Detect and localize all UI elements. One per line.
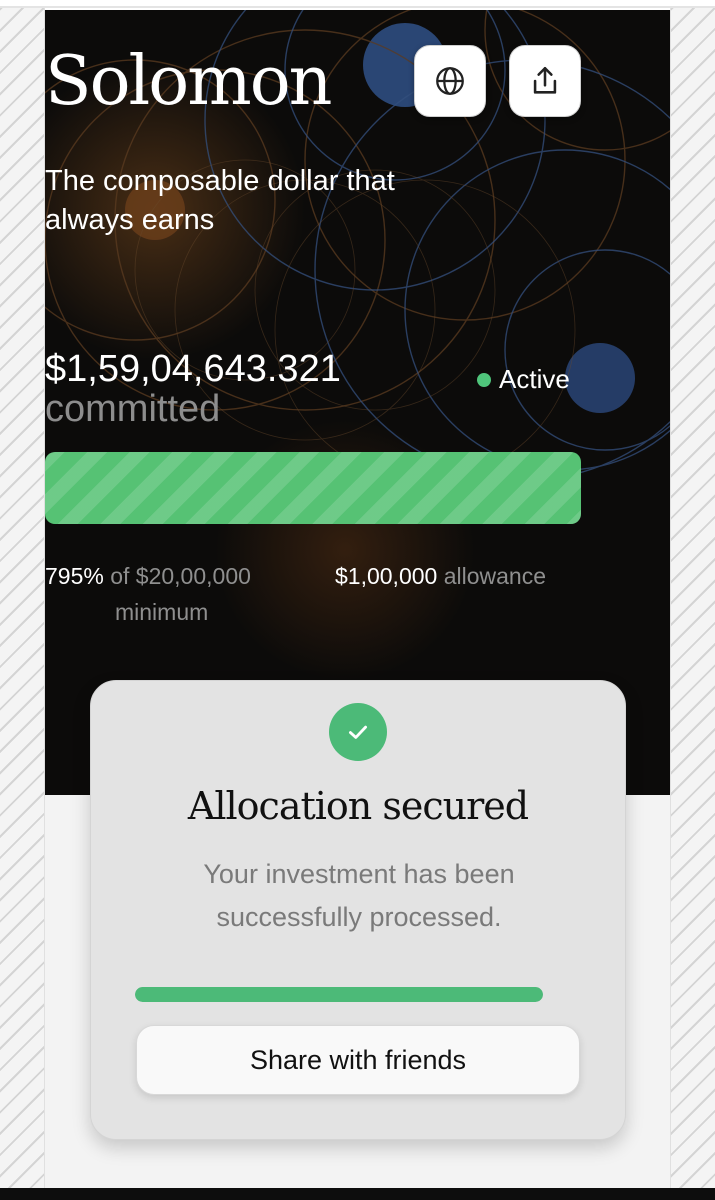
- card-progress-fill: [135, 987, 543, 1002]
- status-dot: [477, 372, 491, 387]
- brand-title: Solomon: [45, 42, 332, 121]
- commitment-percent: 795%: [45, 563, 104, 589]
- allocation-card: Allocation secured Your investment has b…: [90, 680, 626, 1140]
- allowance-label: allowance: [443, 563, 547, 589]
- bottom-strip: [0, 1188, 715, 1200]
- commitment-minimum-label: minimum: [115, 599, 209, 625]
- committed-label: committed: [45, 388, 221, 430]
- card-description: Your investment has been successfully pr…: [203, 859, 515, 932]
- commitment-target: of $20,00,000: [110, 563, 251, 589]
- card-title: Allocation secured: [187, 784, 529, 828]
- browser-top-strip: [0, 0, 715, 8]
- commitment-progress-bar: [45, 452, 581, 524]
- status-badge: Active: [477, 364, 570, 395]
- check-icon: [349, 725, 367, 739]
- commitment-percent-text: 795% of $20,00,000 minimum: [45, 558, 285, 630]
- commitment-progress-fill: [45, 452, 581, 524]
- left-margin-pattern: [0, 8, 45, 1188]
- allowance-text: $1,00,000 allowance: [335, 558, 546, 594]
- success-badge: [329, 703, 387, 761]
- share-upload-icon: [533, 66, 557, 94]
- status-label: Active: [499, 364, 570, 394]
- share-with-friends-button[interactable]: Share with friends: [136, 1025, 580, 1095]
- card-progress-bar: [135, 987, 543, 1002]
- tagline: The composable dollar that always earns: [45, 165, 395, 236]
- right-margin-pattern: [670, 8, 715, 1188]
- globe-icon: [436, 67, 464, 95]
- share-button[interactable]: [509, 45, 581, 117]
- language-button[interactable]: [414, 45, 486, 117]
- allowance-amount: $1,00,000: [335, 563, 438, 589]
- committed-amount: $1,59,04,643.321: [45, 348, 341, 390]
